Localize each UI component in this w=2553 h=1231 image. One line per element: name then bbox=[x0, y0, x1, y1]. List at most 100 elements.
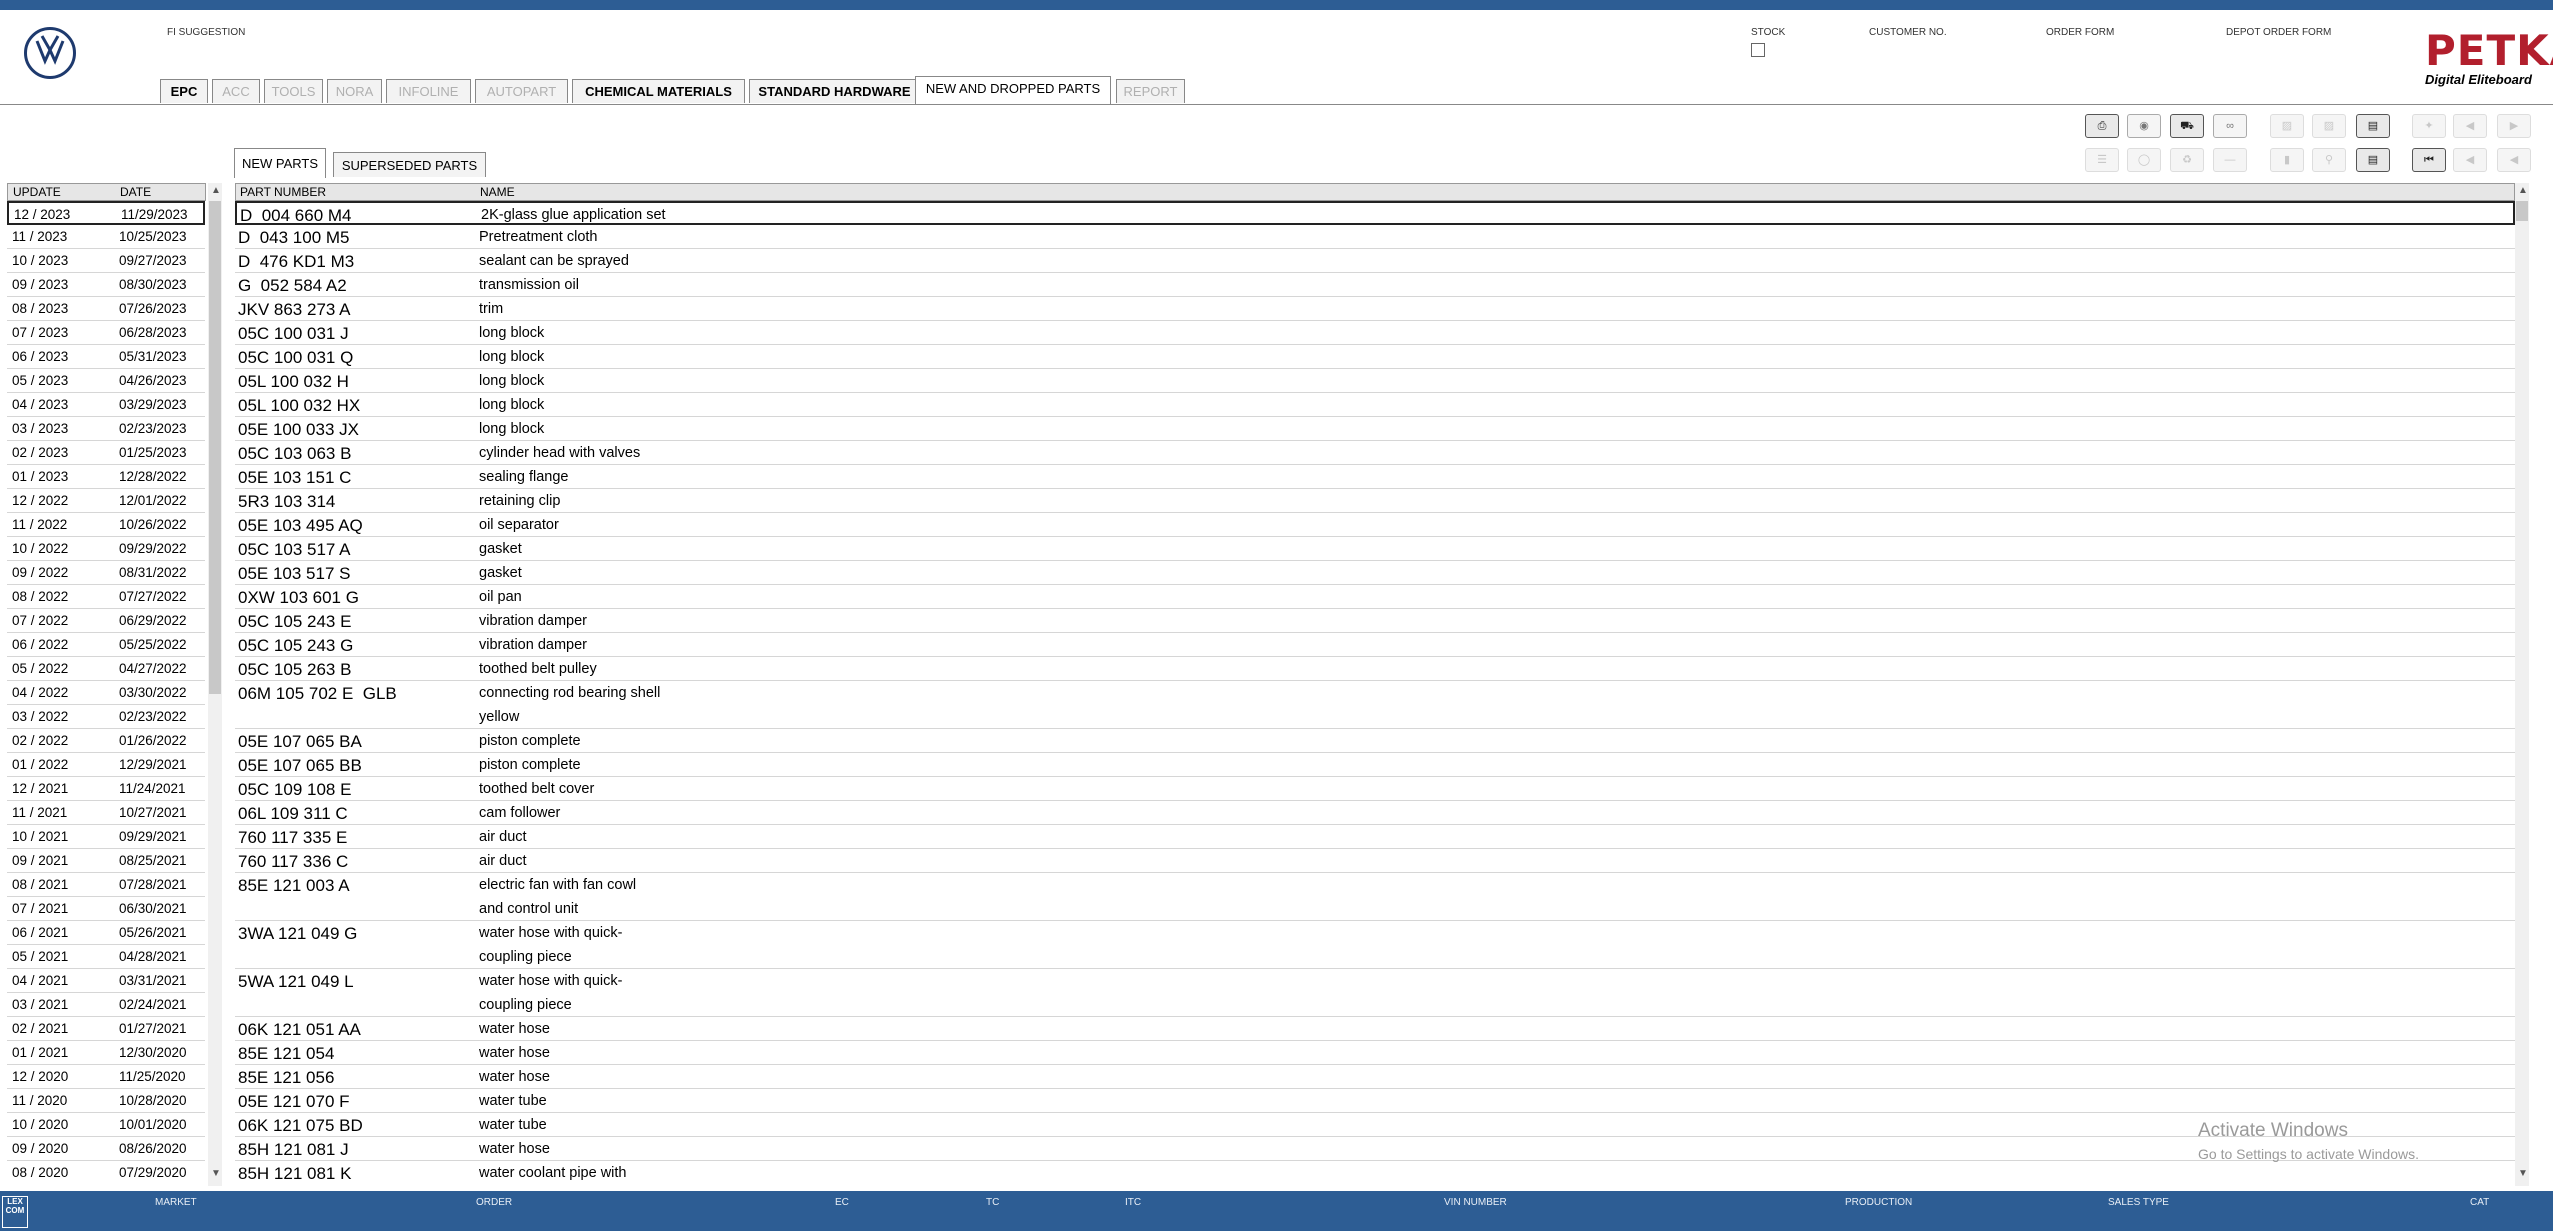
table-row[interactable]: 05E 107 065 BA piston complete bbox=[235, 729, 2515, 753]
list-item[interactable]: 07 / 2023 06/28/2023 bbox=[7, 321, 205, 345]
list-item[interactable]: 12 / 2022 12/01/2022 bbox=[7, 489, 205, 513]
tab-chemical-materials[interactable]: CHEMICAL MATERIALS bbox=[572, 79, 745, 103]
table-row[interactable]: 05L 100 032 H long block bbox=[235, 369, 2515, 393]
list-item[interactable]: 05 / 2022 04/27/2022 bbox=[7, 657, 205, 681]
list-item[interactable]: 01 / 2023 12/28/2022 bbox=[7, 465, 205, 489]
print-icon[interactable]: ⎙ bbox=[2085, 114, 2119, 138]
main-scrollbar[interactable]: ▲ ▼ bbox=[2515, 183, 2529, 1186]
table-row[interactable]: 06K 121 051 AA water hose bbox=[235, 1017, 2515, 1041]
list-item[interactable]: 10 / 2022 09/29/2022 bbox=[7, 537, 205, 561]
list-item[interactable]: 03 / 2022 02/23/2022 bbox=[7, 705, 205, 729]
list-item[interactable]: 02 / 2021 01/27/2021 bbox=[7, 1017, 205, 1041]
search-doc-icon[interactable]: ⚲ bbox=[2312, 148, 2346, 172]
table-row[interactable]: 05E 103 495 AQ oil separator bbox=[235, 513, 2515, 537]
list-item[interactable]: 02 / 2022 01/26/2022 bbox=[7, 729, 205, 753]
list-item[interactable]: 05 / 2023 04/26/2023 bbox=[7, 369, 205, 393]
table-row[interactable]: D 043 100 M5 Pretreatment cloth bbox=[235, 225, 2515, 249]
sedan-icon[interactable]: ▨ bbox=[2270, 114, 2304, 138]
list-item[interactable]: 12 / 2020 11/25/2020 bbox=[7, 1065, 205, 1089]
table-row[interactable]: 0XW 103 601 G oil pan bbox=[235, 585, 2515, 609]
left-scrollbar[interactable]: ▲ ▼ bbox=[208, 183, 222, 1186]
list-item[interactable]: 07 / 2022 06/29/2022 bbox=[7, 609, 205, 633]
list-icon[interactable]: ☰ bbox=[2085, 148, 2119, 172]
back-icon[interactable]: ◀ bbox=[2497, 148, 2531, 172]
main-scrollbar-thumb[interactable] bbox=[2516, 201, 2528, 221]
pin-icon[interactable]: ✦ bbox=[2412, 114, 2446, 138]
table-row[interactable]: D 004 660 M4 2K-glass glue application se… bbox=[235, 201, 2515, 225]
list-item[interactable]: 01 / 2022 12/29/2021 bbox=[7, 753, 205, 777]
list-item[interactable]: 12 / 2023 11/29/2023 bbox=[7, 201, 205, 225]
list-item[interactable]: 09 / 2022 08/31/2022 bbox=[7, 561, 205, 585]
list-item[interactable]: 02 / 2023 01/25/2023 bbox=[7, 441, 205, 465]
list-item[interactable]: 10 / 2021 09/29/2021 bbox=[7, 825, 205, 849]
subtab-superseded-parts[interactable]: SUPERSEDED PARTS bbox=[333, 152, 486, 177]
list-item[interactable]: 08 / 2023 07/26/2023 bbox=[7, 297, 205, 321]
tab-new-and-dropped-parts[interactable]: NEW AND DROPPED PARTS bbox=[915, 76, 1111, 104]
list-item[interactable]: 06 / 2023 05/31/2023 bbox=[7, 345, 205, 369]
tab-infoline[interactable]: INFOLINE bbox=[386, 79, 471, 103]
tab-nora[interactable]: NORA bbox=[327, 79, 382, 103]
tab-acc[interactable]: ACC bbox=[212, 79, 260, 103]
scroll-down-arrow-icon[interactable]: ▼ bbox=[211, 1168, 221, 1179]
table-row[interactable]: 85E 121 003 A electric fan with fan cowl a… bbox=[235, 873, 2515, 921]
page-next-icon[interactable]: ▶ bbox=[2497, 114, 2531, 138]
table-row[interactable]: 85E 121 054 water hose bbox=[235, 1041, 2515, 1065]
table-row[interactable]: 05C 105 263 B toothed belt pulley bbox=[235, 657, 2515, 681]
table-row[interactable]: 5WA 121 049 L water hose with quick-coupl… bbox=[235, 969, 2515, 1017]
list-item[interactable]: 06 / 2021 05/26/2021 bbox=[7, 921, 205, 945]
cart-icon[interactable]: ▤ bbox=[2356, 148, 2390, 172]
list-item[interactable]: 08 / 2022 07/27/2022 bbox=[7, 585, 205, 609]
list-item[interactable]: 10 / 2020 10/01/2020 bbox=[7, 1113, 205, 1137]
glasses-icon[interactable]: ∞ bbox=[2213, 114, 2247, 138]
table-row[interactable]: 05E 103 151 C sealing flange bbox=[235, 465, 2515, 489]
tab-standard-hardware[interactable]: STANDARD HARDWARE bbox=[749, 79, 920, 103]
list-item[interactable]: 03 / 2021 02/24/2021 bbox=[7, 993, 205, 1017]
table-row[interactable]: 05C 103 517 A gasket bbox=[235, 537, 2515, 561]
table-row[interactable]: 05C 105 243 G vibration damper bbox=[235, 633, 2515, 657]
table-row[interactable]: 06K 121 075 BD water tube bbox=[235, 1113, 2515, 1137]
compare-icon[interactable]: ▮ bbox=[2270, 148, 2304, 172]
table-row[interactable]: 05E 107 065 BB piston complete bbox=[235, 753, 2515, 777]
minus-icon[interactable]: — bbox=[2213, 148, 2247, 172]
column-header-date[interactable]: DATE bbox=[120, 184, 151, 200]
list-item[interactable]: 04 / 2023 03/29/2023 bbox=[7, 393, 205, 417]
table-row[interactable]: 85H 121 081 K water coolant pipe with bbox=[235, 1161, 2515, 1184]
table-row[interactable]: 05C 100 031 Q long block bbox=[235, 345, 2515, 369]
list-item[interactable]: 09 / 2021 08/25/2021 bbox=[7, 849, 205, 873]
page-prev-icon[interactable]: ◀ bbox=[2453, 114, 2487, 138]
tab-epc[interactable]: EPC bbox=[160, 79, 208, 103]
list-item[interactable]: 08 / 2020 07/29/2020 bbox=[7, 1161, 205, 1184]
list-item[interactable]: 10 / 2023 09/27/2023 bbox=[7, 249, 205, 273]
recycle-icon[interactable]: ♻ bbox=[2170, 148, 2204, 172]
scroll-up-arrow-icon[interactable]: ▲ bbox=[2518, 185, 2528, 196]
list-item[interactable]: 03 / 2023 02/23/2023 bbox=[7, 417, 205, 441]
list-item[interactable]: 05 / 2021 04/28/2021 bbox=[7, 945, 205, 969]
cart-add-icon[interactable]: ▤ bbox=[2356, 114, 2390, 138]
first-icon[interactable]: ⏮ bbox=[2412, 148, 2446, 172]
table-row[interactable]: JKV 863 273 A trim bbox=[235, 297, 2515, 321]
subtab-new-parts[interactable]: NEW PARTS bbox=[234, 148, 326, 178]
list-item[interactable]: 08 / 2021 07/28/2021 bbox=[7, 873, 205, 897]
list-item[interactable]: 07 / 2021 06/30/2021 bbox=[7, 897, 205, 921]
left-scrollbar-thumb[interactable] bbox=[209, 201, 221, 694]
list-item[interactable]: 11 / 2021 10/27/2021 bbox=[7, 801, 205, 825]
column-header-name[interactable]: NAME bbox=[480, 184, 515, 200]
list-item[interactable]: 04 / 2022 03/30/2022 bbox=[7, 681, 205, 705]
table-row[interactable]: 85H 121 081 J water hose bbox=[235, 1137, 2515, 1161]
stock-checkbox[interactable] bbox=[1751, 43, 1765, 57]
key-icon[interactable]: ◯ bbox=[2127, 148, 2161, 172]
column-header-update[interactable]: UPDATE bbox=[13, 184, 61, 200]
list-item[interactable]: 04 / 2021 03/31/2021 bbox=[7, 969, 205, 993]
tab-autopart[interactable]: AUTOPART bbox=[475, 79, 568, 103]
stamp-icon[interactable]: ◉ bbox=[2127, 114, 2161, 138]
table-row[interactable]: 05C 109 108 E toothed belt cover bbox=[235, 777, 2515, 801]
table-row[interactable]: 760 117 336 C air duct bbox=[235, 849, 2515, 873]
list-item[interactable]: 11 / 2023 10/25/2023 bbox=[7, 225, 205, 249]
column-header-part-number[interactable]: PART NUMBER bbox=[240, 184, 326, 200]
table-row[interactable]: 85E 121 056 water hose bbox=[235, 1065, 2515, 1089]
table-row[interactable]: 760 117 335 E air duct bbox=[235, 825, 2515, 849]
table-row[interactable]: 5R3 103 314 retaining clip bbox=[235, 489, 2515, 513]
list-item[interactable]: 11 / 2022 10/26/2022 bbox=[7, 513, 205, 537]
table-row[interactable]: D 476 KD1 M3 sealant can be sprayed bbox=[235, 249, 2515, 273]
coupe-icon[interactable]: ▨ bbox=[2312, 114, 2346, 138]
